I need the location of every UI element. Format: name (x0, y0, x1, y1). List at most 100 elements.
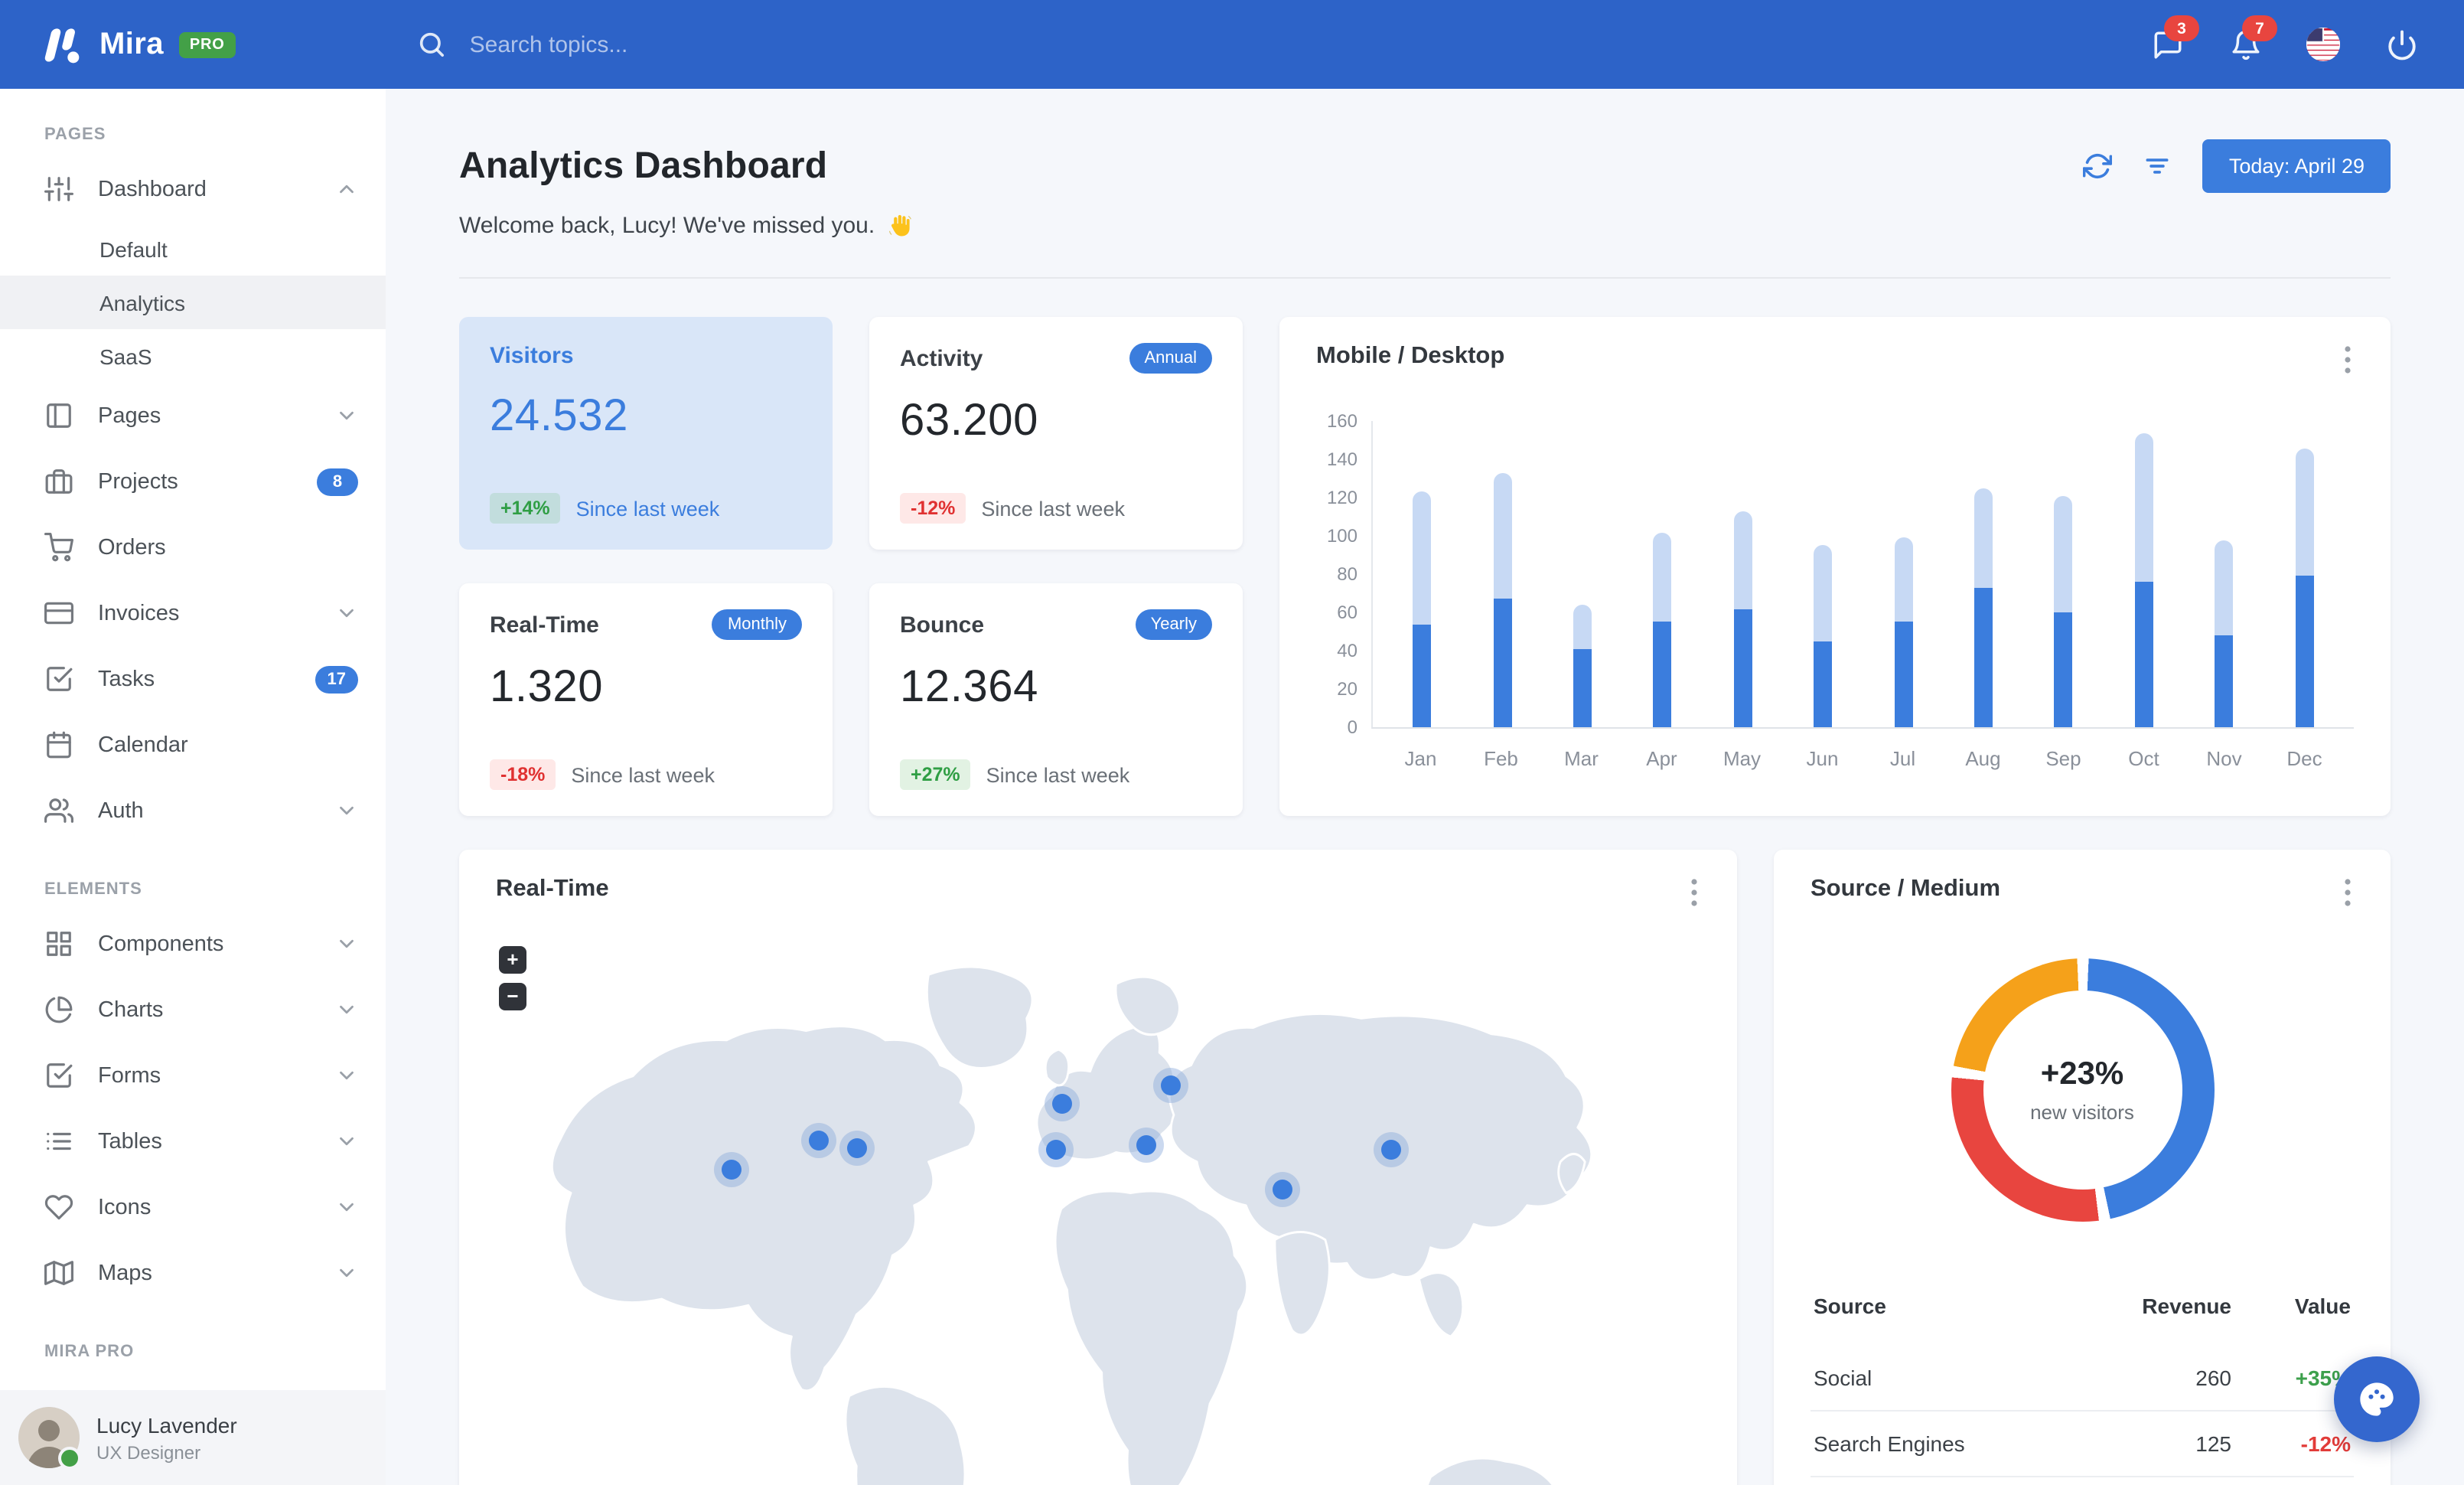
visitors-title: Visitors (490, 343, 574, 369)
sidebar-section-mira-pro: MIRA PRO (44, 1343, 135, 1361)
y-axis: 0 20 40 60 80 100 120 140 160 (1326, 410, 1357, 738)
refresh-icon[interactable] (2083, 152, 2113, 181)
sidebar-item-dashboard[interactable]: Dashboard (0, 156, 386, 222)
notifications-button[interactable]: 7 (2228, 15, 2277, 61)
theme-settings-fab[interactable] (2334, 1356, 2420, 1442)
map-marker[interactable] (1051, 1094, 1072, 1114)
zoom-in-button[interactable]: + (499, 946, 526, 974)
logout-button[interactable] (2384, 28, 2418, 61)
sidebar-item-components[interactable]: Components (0, 911, 386, 977)
briefcase-icon (44, 467, 73, 496)
bar-aug[interactable] (1974, 488, 1993, 727)
activity-period-pill[interactable]: Annual (1129, 343, 1212, 374)
sidebar-item-label: Dashboard (98, 177, 207, 201)
bounce-title: Bounce (900, 612, 985, 638)
sidebar-item-calendar[interactable]: Calendar (0, 712, 386, 778)
bar-chart: 0 20 40 60 80 100 120 140 160 Jan Feb Mar Apr May Jun… (1316, 410, 2354, 770)
kebab-menu-icon[interactable] (2342, 876, 2354, 909)
bar-mar[interactable] (1573, 605, 1592, 727)
messages-button[interactable]: 3 (2150, 15, 2199, 61)
bounce-period-pill[interactable]: Yearly (1135, 609, 1212, 640)
power-icon (2387, 29, 2415, 60)
map-marker[interactable] (808, 1130, 829, 1150)
visitors-note: Since last week (575, 497, 720, 520)
donut-chart: +23% new visitors (1951, 958, 2214, 1222)
x-tick-label: Mar (1564, 747, 1599, 770)
sidebar-item-label: Forms (98, 1063, 161, 1088)
sidebar-item-charts[interactable]: Charts (0, 977, 386, 1043)
kebab-menu-icon[interactable] (1688, 876, 1700, 909)
sidebar-item-tasks[interactable]: Tasks 17 (0, 646, 386, 712)
sidebar-subitem-saas[interactable]: SaaS (0, 329, 386, 383)
sidebar-section-elements: ELEMENTS (44, 880, 142, 899)
user-profile[interactable]: Lucy Lavender UX Designer (0, 1390, 386, 1485)
sidebar-item-invoices[interactable]: Invoices (0, 580, 386, 646)
chevron-down-icon (335, 1196, 358, 1219)
bar-dec[interactable] (2295, 448, 2314, 727)
search-bar[interactable]: Search topics... (416, 29, 627, 60)
realtime-period-pill[interactable]: Monthly (712, 609, 802, 640)
grid-icon (44, 929, 73, 958)
source-medium-card: Source / Medium +23% new visitors Source… (1774, 850, 2391, 1485)
wave-emoji-icon (885, 213, 911, 239)
bar-apr[interactable] (1653, 532, 1672, 727)
map-marker[interactable] (722, 1159, 742, 1180)
world-map-graphic (550, 965, 1593, 1485)
visitors-value: 24.532 (490, 392, 628, 441)
heart-icon (44, 1193, 73, 1222)
brand[interactable]: Mira PRO (37, 21, 236, 67)
top-navbar: Mira PRO Search topics... 3 7 (0, 0, 2464, 89)
sidebar-subitem-default[interactable]: Default (0, 222, 386, 276)
x-tick-label: Aug (1965, 747, 2001, 770)
kebab-menu-icon[interactable] (2342, 343, 2354, 377)
zoom-out-button[interactable]: − (499, 983, 526, 1010)
chevron-down-icon (335, 932, 358, 955)
x-tick-label: Jan (1404, 747, 1437, 770)
sidebar-item-auth[interactable]: Auth (0, 778, 386, 844)
x-tick-label: Jul (1889, 747, 1916, 770)
map-marker[interactable] (1272, 1180, 1292, 1200)
projects-badge: 8 (317, 468, 358, 495)
map-marker[interactable] (1045, 1140, 1066, 1160)
world-map[interactable]: + − (496, 928, 1700, 1485)
chevron-up-icon (335, 178, 358, 201)
messages-count-badge: 3 (2164, 15, 2199, 41)
bar-sep[interactable] (2054, 495, 2073, 727)
sidebar-item-label: Auth (98, 798, 144, 823)
bounce-value: 12.364 (900, 663, 1038, 712)
map-marker[interactable] (1160, 1075, 1181, 1095)
bar-nov[interactable] (2215, 540, 2234, 727)
today-button[interactable]: Today: April 29 (2202, 139, 2391, 193)
bar-oct[interactable] (2134, 432, 2153, 727)
x-tick-label: May (1723, 747, 1762, 770)
bar-feb[interactable] (1493, 472, 1512, 727)
us-flag-icon (2306, 28, 2340, 61)
map-marker[interactable] (847, 1138, 868, 1159)
sidebar-item-orders[interactable]: Orders (0, 514, 386, 580)
sidebar-item-projects[interactable]: Projects 8 (0, 449, 386, 514)
users-icon (44, 796, 73, 825)
sidebar-item-pages[interactable]: Pages (0, 383, 386, 449)
bar-jan[interactable] (1413, 491, 1432, 727)
sidebar-subitem-analytics[interactable]: Analytics (0, 276, 386, 329)
map-marker[interactable] (1380, 1140, 1401, 1160)
sidebar-item-tables[interactable]: Tables (0, 1108, 386, 1174)
x-tick-label: Nov (2206, 747, 2242, 770)
chevron-down-icon (335, 1261, 358, 1284)
calendar-icon (44, 730, 73, 759)
bar-may[interactable] (1733, 511, 1752, 727)
sidebar-item-forms[interactable]: Forms (0, 1043, 386, 1108)
sidebar-item-label: Calendar (98, 733, 188, 757)
map-marker[interactable] (1136, 1135, 1156, 1156)
activity-note: Since last week (981, 497, 1125, 520)
sidebar-item-label: Projects (98, 469, 178, 494)
bar-jun[interactable] (1814, 545, 1833, 727)
filter-icon[interactable] (2143, 152, 2172, 181)
bar-jul[interactable] (1894, 537, 1913, 727)
palette-icon (2360, 1382, 2394, 1416)
language-button[interactable] (2306, 28, 2340, 61)
chevron-down-icon (335, 799, 358, 822)
sidebar-item-maps[interactable]: Maps (0, 1240, 386, 1306)
visitors-delta-badge: +14% (490, 493, 561, 524)
sidebar-item-icons[interactable]: Icons (0, 1174, 386, 1240)
